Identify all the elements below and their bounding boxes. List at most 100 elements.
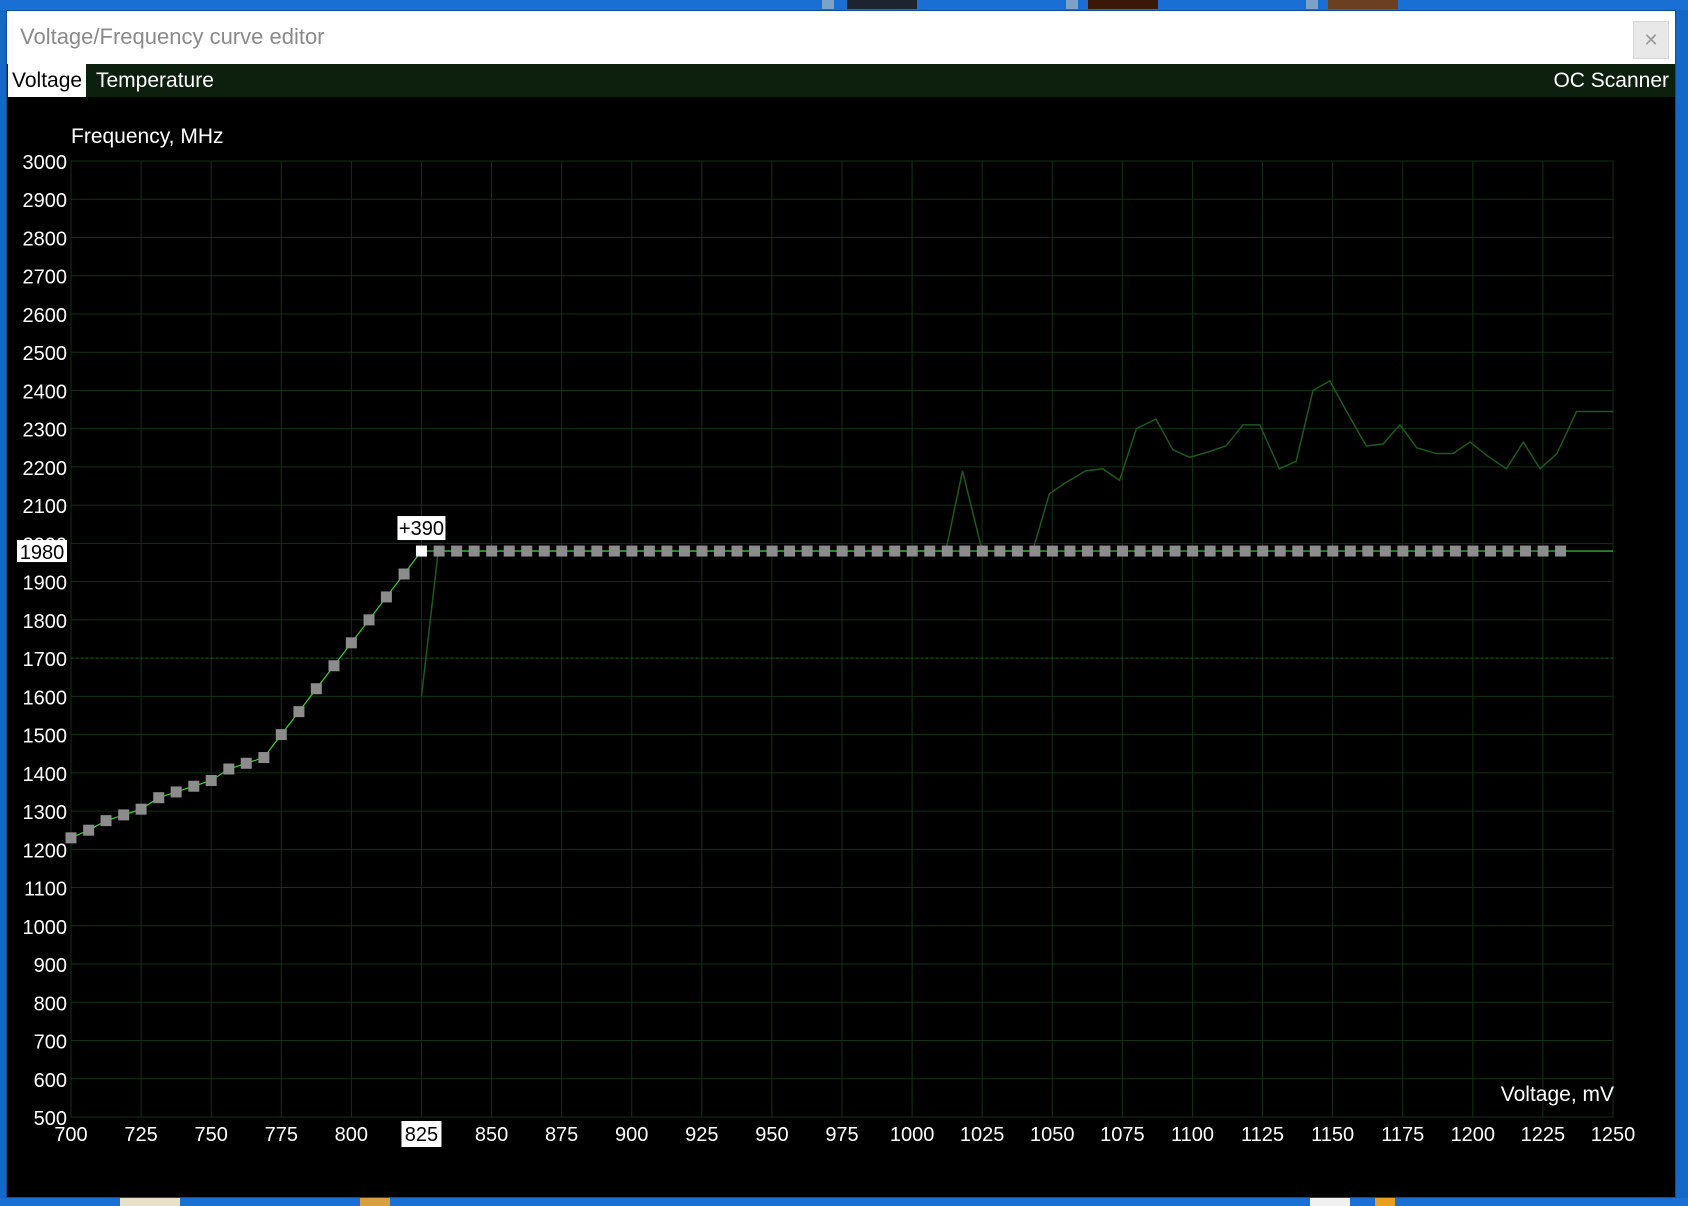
curve-point[interactable] xyxy=(591,545,603,557)
curve-point[interactable] xyxy=(1432,545,1444,557)
taskbar-thumbnail[interactable] xyxy=(1328,0,1398,9)
curve-point[interactable] xyxy=(1379,545,1391,557)
curve-point[interactable] xyxy=(1467,545,1479,557)
curve-point[interactable] xyxy=(573,545,585,557)
curve-point[interactable] xyxy=(854,545,866,557)
tab-voltage[interactable]: Voltage xyxy=(8,64,87,97)
curve-point[interactable] xyxy=(1537,545,1549,557)
chart-area[interactable]: 500 600 700 800 900 1000 1100 1200 1300 1400 1500 1… xyxy=(7,97,1675,1202)
curve-point[interactable] xyxy=(468,545,480,557)
curve-point[interactable] xyxy=(240,757,252,769)
curve-point[interactable] xyxy=(1292,545,1304,557)
taskbar-thumbnail-icon[interactable] xyxy=(1306,0,1318,9)
vf-curve-chart[interactable]: 5006007008009001000110012001300140015001… xyxy=(7,97,1675,1197)
curve-point[interactable] xyxy=(1555,545,1567,557)
curve-point[interactable] xyxy=(713,545,725,557)
curve-point[interactable] xyxy=(1484,545,1496,557)
curve-point[interactable] xyxy=(1152,545,1164,557)
curve-point[interactable] xyxy=(1222,545,1234,557)
curve-point[interactable] xyxy=(503,545,515,557)
title-bar[interactable]: Voltage/Frequency curve editor ✕ xyxy=(7,11,1675,64)
curve-point[interactable] xyxy=(801,545,813,557)
curve-point[interactable] xyxy=(83,824,95,836)
curve-point[interactable] xyxy=(188,780,200,792)
curve-point[interactable] xyxy=(451,545,463,557)
curve-point[interactable] xyxy=(258,752,270,764)
curve-point[interactable] xyxy=(1257,545,1269,557)
curve-point[interactable] xyxy=(608,545,620,557)
curve-point[interactable] xyxy=(1520,545,1532,557)
curve-point[interactable] xyxy=(1029,545,1041,557)
tab-oc-scanner[interactable]: OC Scanner xyxy=(1549,64,1673,97)
curve-point[interactable] xyxy=(521,545,533,557)
selected-curve-point[interactable] xyxy=(415,545,427,557)
curve-point[interactable] xyxy=(345,637,357,649)
curve-point[interactable] xyxy=(924,545,936,557)
taskbar-thumbnail[interactable] xyxy=(847,0,917,9)
curve-point[interactable] xyxy=(153,792,165,804)
curve-point[interactable] xyxy=(959,545,971,557)
curve-point[interactable] xyxy=(766,545,778,557)
curve-point[interactable] xyxy=(135,803,147,815)
curve-point[interactable] xyxy=(118,809,130,821)
taskbar-thumbnail[interactable] xyxy=(1088,0,1158,9)
curve-point[interactable] xyxy=(696,545,708,557)
curve-point[interactable] xyxy=(363,614,375,626)
close-button[interactable]: ✕ xyxy=(1633,21,1669,59)
curve-point[interactable] xyxy=(380,591,392,603)
curve-point[interactable] xyxy=(1011,545,1023,557)
curve-point[interactable] xyxy=(556,545,568,557)
tab-temperature[interactable]: Temperature xyxy=(92,64,218,97)
curve-point[interactable] xyxy=(1344,545,1356,557)
curve-point[interactable] xyxy=(643,545,655,557)
curve-point[interactable] xyxy=(1117,545,1129,557)
curve-point[interactable] xyxy=(731,545,743,557)
curve-point[interactable] xyxy=(976,545,988,557)
curve-point[interactable] xyxy=(486,545,498,557)
curve-point[interactable] xyxy=(626,545,638,557)
curve-point[interactable] xyxy=(1169,545,1181,557)
curve-point[interactable] xyxy=(1204,545,1216,557)
curve-point[interactable] xyxy=(433,545,445,557)
curve-point[interactable] xyxy=(328,660,340,672)
curve-point[interactable] xyxy=(1081,545,1093,557)
curve-point[interactable] xyxy=(678,545,690,557)
curve-point[interactable] xyxy=(1134,545,1146,557)
curve-point[interactable] xyxy=(310,683,322,695)
curve-point[interactable] xyxy=(275,729,287,741)
curve-point[interactable] xyxy=(1274,545,1286,557)
curve-point[interactable] xyxy=(170,786,182,798)
curve-point[interactable] xyxy=(994,545,1006,557)
curve-point[interactable] xyxy=(293,706,305,718)
curve-point[interactable] xyxy=(871,545,883,557)
curve-point[interactable] xyxy=(1064,545,1076,557)
curve-point[interactable] xyxy=(223,763,235,775)
curve-point[interactable] xyxy=(398,568,410,580)
curve-point[interactable] xyxy=(538,545,550,557)
curve-point[interactable] xyxy=(1187,545,1199,557)
curve-point[interactable] xyxy=(1414,545,1426,557)
taskbar-thumbnail-icon[interactable] xyxy=(822,0,834,9)
curve-point[interactable] xyxy=(661,545,673,557)
curve-point[interactable] xyxy=(1397,545,1409,557)
curve-point[interactable] xyxy=(1309,545,1321,557)
curve-point[interactable] xyxy=(941,545,953,557)
curve-point[interactable] xyxy=(906,545,918,557)
curve-point[interactable] xyxy=(1449,545,1461,557)
points-layer[interactable] xyxy=(65,545,1567,844)
curve-point[interactable] xyxy=(819,545,831,557)
curve-point[interactable] xyxy=(836,545,848,557)
curve-point[interactable] xyxy=(1046,545,1058,557)
curve-point[interactable] xyxy=(1327,545,1339,557)
curve-point[interactable] xyxy=(1502,545,1514,557)
curve-point[interactable] xyxy=(784,545,796,557)
curve-point[interactable] xyxy=(100,815,112,827)
curve-point[interactable] xyxy=(749,545,761,557)
curve-point[interactable] xyxy=(65,832,77,844)
curve-point[interactable] xyxy=(889,545,901,557)
curve-point[interactable] xyxy=(1362,545,1374,557)
curve-point[interactable] xyxy=(205,774,217,786)
curve-point[interactable] xyxy=(1099,545,1111,557)
taskbar-thumbnail-icon[interactable] xyxy=(1066,0,1078,9)
curve-point[interactable] xyxy=(1239,545,1251,557)
